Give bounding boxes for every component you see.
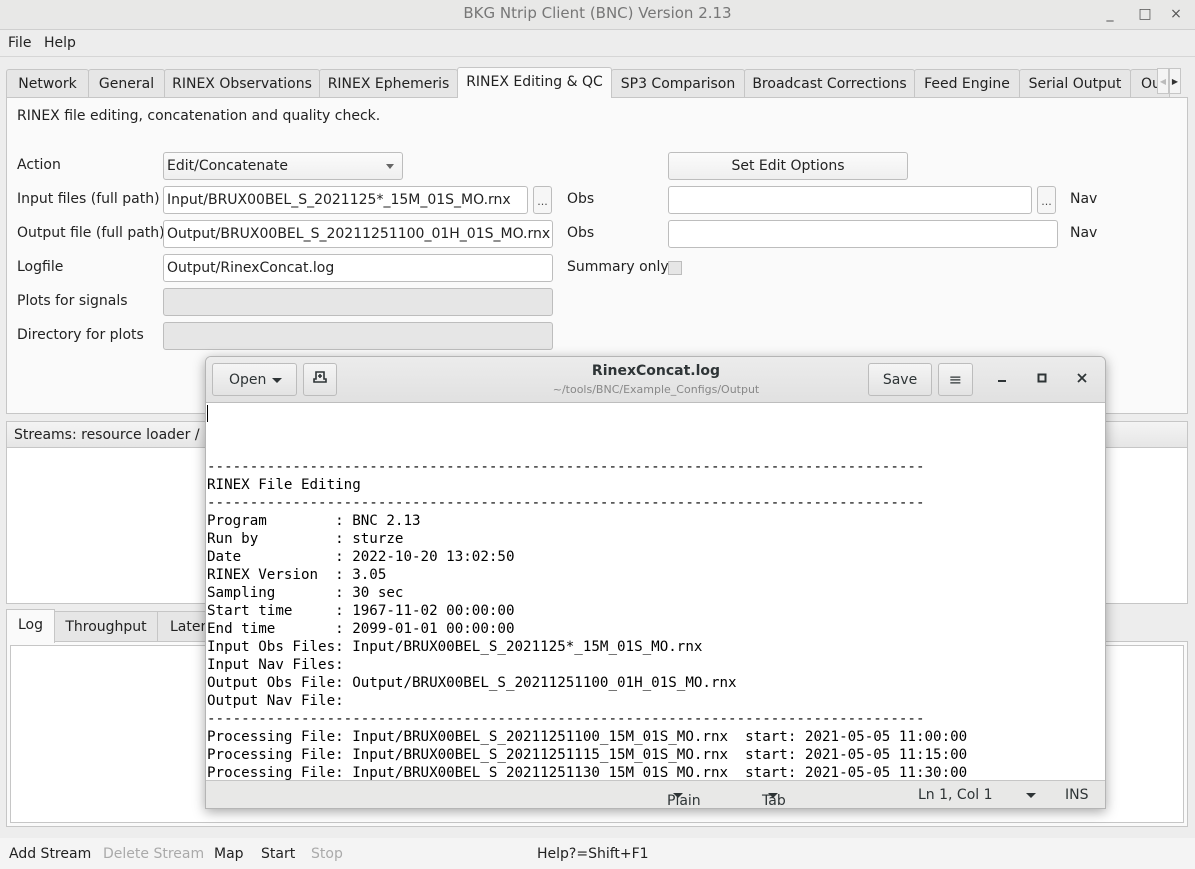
- text-caret: [207, 405, 208, 422]
- delete-stream-button[interactable]: Delete Stream: [103, 846, 204, 862]
- editor-line: ----------------------------------------…: [207, 711, 925, 727]
- editor-maximize-button[interactable]: [1033, 371, 1051, 387]
- tab-general[interactable]: General: [88, 69, 165, 98]
- new-document-button[interactable]: [303, 363, 337, 396]
- menu-bar: File Help: [0, 31, 1195, 57]
- editor-close-button[interactable]: [1073, 371, 1091, 387]
- tab-rinex-editing-qc[interactable]: RINEX Editing & QC: [457, 67, 612, 98]
- tab-serial-output[interactable]: Serial Output: [1019, 69, 1131, 98]
- action-select[interactable]: Edit/Concatenate: [163, 152, 403, 180]
- editor-line: Processing File: Input/BRUX00BEL_S_20211…: [207, 729, 968, 745]
- editor-line: RINEX File Editing: [207, 477, 361, 493]
- tab-network[interactable]: Network: [6, 69, 89, 98]
- logfile-label: Logfile: [17, 259, 64, 275]
- chevron-down-icon: [272, 377, 283, 383]
- editor-line: Date : 2022-10-20 13:02:50: [207, 549, 515, 565]
- main-tab-bar: Network General RINEX Observations RINEX…: [6, 67, 1188, 98]
- editor-text-area[interactable]: ----------------------------------------…: [206, 403, 1105, 780]
- editor-line: Processing File: Input/BRUX00BEL_S_20211…: [207, 747, 968, 763]
- summary-only-checkbox[interactable]: [668, 261, 682, 275]
- output-file-label: Output file (full path): [17, 225, 165, 241]
- tab-sp3-comparison[interactable]: SP3 Comparison: [611, 69, 745, 98]
- input-nav-browse-button[interactable]: ...: [1037, 186, 1056, 214]
- bottom-toolbar: Add Stream Delete Stream Map Start Stop …: [0, 838, 1195, 869]
- editor-line: Output Nav File:: [207, 693, 344, 709]
- directory-label: Directory for plots: [17, 327, 144, 343]
- logfile-field[interactable]: Output/RinexConcat.log: [163, 254, 553, 282]
- tab-throughput[interactable]: Throughput: [54, 611, 158, 642]
- maximize-icon: [1037, 373, 1047, 383]
- new-tab-icon: [313, 371, 327, 383]
- output-nav-field[interactable]: [668, 220, 1058, 248]
- editor-line: End time : 2099-01-01 00:00:00: [207, 621, 515, 637]
- editor-line: ----------------------------------------…: [207, 495, 925, 511]
- start-button[interactable]: Start: [261, 846, 295, 862]
- menu-file[interactable]: File: [8, 35, 31, 51]
- editor-line: Input Nav Files:: [207, 657, 344, 673]
- input-obs-label: Obs: [567, 191, 595, 207]
- text-editor-window: Open RinexConcat.log ~/tools/BNC/Example…: [205, 356, 1106, 809]
- output-nav-label: Nav: [1070, 225, 1098, 241]
- editor-line: Program : BNC 2.13: [207, 513, 421, 529]
- close-button[interactable]: ×: [1165, 4, 1187, 24]
- input-nav-label: Nav: [1070, 191, 1098, 207]
- tab-rinex-ephemeris[interactable]: RINEX Ephemeris: [319, 69, 458, 98]
- plots-label: Plots for signals: [17, 293, 128, 309]
- directory-field[interactable]: [163, 322, 553, 350]
- editor-minimize-button[interactable]: [993, 371, 1011, 387]
- add-stream-button[interactable]: Add Stream: [9, 846, 91, 862]
- stop-button[interactable]: Stop: [311, 846, 343, 862]
- input-nav-field[interactable]: [668, 186, 1032, 214]
- summary-only-label: Summary only: [567, 259, 669, 275]
- tab-log[interactable]: Log: [6, 609, 55, 643]
- input-files-field[interactable]: Input/BRUX00BEL_S_2021125*_15M_01S_MO.rn…: [163, 186, 528, 214]
- editor-line: Start time : 1967-11-02 00:00:00: [207, 603, 515, 619]
- chevron-down-icon: [768, 793, 778, 798]
- document-path: ~/tools/BNC/Example_Configs/Output: [552, 383, 760, 396]
- editor-line: Sampling : 30 sec: [207, 585, 404, 601]
- hamburger-menu-icon[interactable]: ≡: [938, 363, 973, 396]
- open-button-label: Open: [229, 372, 267, 388]
- editor-line: RINEX Version : 3.05: [207, 567, 387, 583]
- menu-help[interactable]: Help: [44, 35, 76, 51]
- insert-mode[interactable]: INS: [1065, 787, 1089, 803]
- cursor-position[interactable]: Ln 1, Col 1: [918, 787, 993, 803]
- tab-scroll-right-icon[interactable]: ▶: [1169, 68, 1181, 94]
- chevron-down-icon: [386, 164, 394, 169]
- minimize-icon: [998, 380, 1006, 382]
- help-hint: Help?=Shift+F1: [537, 846, 649, 862]
- action-label: Action: [17, 157, 61, 173]
- map-button[interactable]: Map: [214, 846, 244, 862]
- editor-line: Processing File: Input/BRUX00BEL_S_20211…: [207, 765, 968, 780]
- window-title: BKG Ntrip Client (BNC) Version 2.13: [463, 4, 732, 22]
- tab-rinex-observations[interactable]: RINEX Observations: [164, 69, 320, 98]
- output-file-field[interactable]: Output/BRUX00BEL_S_20211251100_01H_01S_M…: [163, 220, 553, 248]
- tab-scroll-left-icon[interactable]: ◀: [1157, 68, 1169, 94]
- set-edit-options-button[interactable]: Set Edit Options: [668, 152, 908, 180]
- input-files-browse-button[interactable]: ...: [533, 186, 552, 214]
- save-button[interactable]: Save: [868, 363, 932, 396]
- input-files-label: Input files (full path): [17, 191, 160, 207]
- editor-line: Input Obs Files: Input/BRUX00BEL_S_20211…: [207, 639, 703, 655]
- open-button[interactable]: Open: [212, 363, 297, 396]
- editor-headerbar: Open RinexConcat.log ~/tools/BNC/Example…: [206, 357, 1105, 403]
- plots-field[interactable]: [163, 288, 553, 316]
- maximize-button[interactable]: □: [1134, 4, 1156, 24]
- close-icon: [1077, 373, 1087, 383]
- editor-line: Output Obs File: Output/BRUX00BEL_S_2021…: [207, 675, 737, 691]
- tab-feed-engine[interactable]: Feed Engine: [914, 69, 1020, 98]
- tab-broadcast-corrections[interactable]: Broadcast Corrections: [744, 69, 915, 98]
- document-title: RinexConcat.log: [591, 363, 721, 379]
- output-obs-label: Obs: [567, 225, 595, 241]
- chevron-down-icon: [673, 793, 683, 798]
- editor-statusbar: Plain Text Tab Width: 8 Ln 1, Col 1 INS: [206, 780, 1105, 808]
- minimize-button[interactable]: _: [1099, 4, 1121, 24]
- chevron-down-icon: [1026, 793, 1036, 798]
- action-select-value: Edit/Concatenate: [167, 158, 288, 174]
- editor-line: ----------------------------------------…: [207, 459, 925, 475]
- editor-line: Run by : sturze: [207, 531, 404, 547]
- window-titlebar: BKG Ntrip Client (BNC) Version 2.13 _ □ …: [0, 0, 1195, 30]
- panel-description: RINEX file editing, concatenation and qu…: [17, 108, 381, 124]
